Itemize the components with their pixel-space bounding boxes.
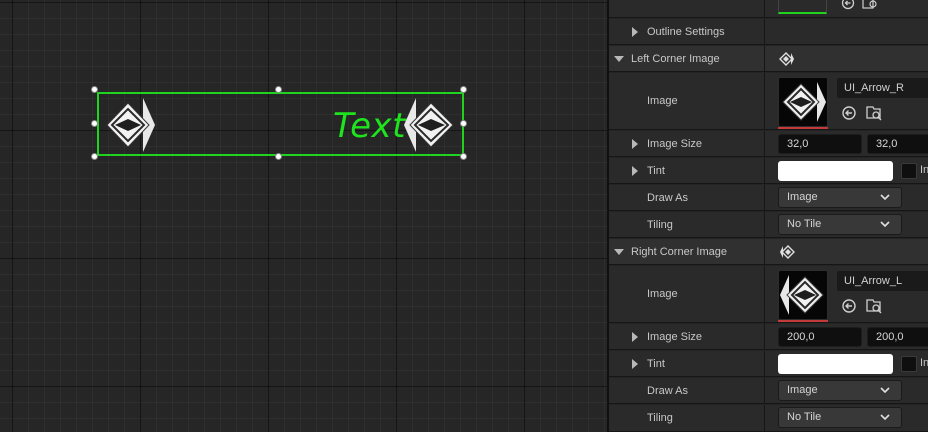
right-tint-label: Tint <box>647 358 665 370</box>
right-tiling-value: No Tile <box>787 411 822 423</box>
right-image-thumbnail[interactable] <box>778 270 828 322</box>
chevron-down-icon <box>880 387 890 394</box>
resize-handle-right[interactable] <box>460 120 467 127</box>
resize-handle-top[interactable] <box>275 86 282 93</box>
expand-arrow-icon[interactable] <box>632 27 638 37</box>
right-draw-as-value: Image <box>787 384 818 396</box>
right-image-label: Image <box>647 288 678 300</box>
left-tint-color-swatch[interactable] <box>778 161 893 181</box>
use-selected-asset-icon[interactable] <box>841 105 857 121</box>
left-image-label: Image <box>647 95 678 107</box>
collapse-arrow-icon[interactable] <box>614 249 624 255</box>
right-tiling-row: Tiling No Tile <box>609 405 928 432</box>
resize-handle-bottom[interactable] <box>275 153 282 160</box>
right-image-size-label: Image Size <box>647 331 703 343</box>
right-tint-row: Tint In <box>609 351 928 377</box>
left-corner-image-label: Left Corner Image <box>631 53 720 65</box>
resize-handle-left[interactable] <box>91 120 98 127</box>
arrow-corner-icon <box>779 52 794 66</box>
resize-handle-top-left[interactable] <box>91 86 98 93</box>
left-draw-as-dropdown[interactable]: Image <box>778 187 902 208</box>
right-tiling-dropdown[interactable]: No Tile <box>778 407 902 428</box>
expand-arrow-icon[interactable] <box>632 332 638 342</box>
left-corner-image-category[interactable]: Left Corner Image <box>609 46 928 72</box>
expand-arrow-icon[interactable] <box>632 166 638 176</box>
right-image-size-row: Image Size 200,0 200,0 <box>609 324 928 350</box>
chevron-down-icon <box>880 194 890 201</box>
right-tint-side-label: In <box>920 357 928 369</box>
left-tiling-row: Tiling No Tile <box>609 212 928 238</box>
left-tint-checkbox[interactable] <box>901 163 917 179</box>
left-image-asset-picker[interactable]: UI_Arrow_R <box>836 77 928 99</box>
resize-handle-bottom-left[interactable] <box>91 153 98 160</box>
image-preview-icon <box>782 82 826 122</box>
outline-settings-label: Outline Settings <box>647 26 725 38</box>
right-image-asset-picker[interactable]: UI_Arrow_L <box>836 270 928 292</box>
left-image-size-row: Image Size 32,0 32,0 <box>609 131 928 157</box>
left-draw-as-label: Draw As <box>647 192 688 204</box>
left-draw-as-value: Image <box>787 191 818 203</box>
image-preview-icon <box>780 275 824 315</box>
right-corner-image-label: Right Corner Image <box>631 246 727 258</box>
outline-color-row <box>609 0 928 18</box>
chevron-down-icon <box>880 414 890 421</box>
left-corner-arrow-image <box>106 98 155 152</box>
collapse-arrow-icon[interactable] <box>614 56 624 62</box>
right-draw-as-label: Draw As <box>647 385 688 397</box>
left-image-row: Image UI_Arrow_R <box>609 73 928 130</box>
expand-arrow-icon[interactable] <box>632 139 638 149</box>
right-image-size-x[interactable]: 200,0 <box>778 327 862 347</box>
outline-settings-row[interactable]: Outline Settings <box>609 19 928 45</box>
resize-handle-top-right[interactable] <box>460 86 467 93</box>
left-tint-label: Tint <box>647 165 665 177</box>
left-tiling-value: No Tile <box>787 218 822 230</box>
find-in-browser-icon[interactable] <box>865 297 883 315</box>
left-tiling-dropdown[interactable]: No Tile <box>778 214 902 235</box>
details-panel: Outline Settings Left Corner Image Image… <box>609 0 928 432</box>
outline-color-swatch[interactable] <box>778 0 827 14</box>
left-tint-row: Tint In <box>609 158 928 184</box>
right-corner-arrow-image <box>404 98 454 152</box>
right-draw-as-row: Draw As Image <box>609 378 928 404</box>
left-tint-side-label: In <box>920 164 928 176</box>
use-selected-icon[interactable] <box>841 0 855 10</box>
right-image-row: Image UI_Arrow_L <box>609 266 928 323</box>
right-tiling-label: Tiling <box>647 412 673 424</box>
right-draw-as-dropdown[interactable]: Image <box>778 380 902 401</box>
arrow-corner-icon <box>780 245 795 259</box>
left-draw-as-row: Draw As Image <box>609 185 928 211</box>
browse-icon[interactable] <box>862 0 878 10</box>
right-tint-color-swatch[interactable] <box>778 354 893 374</box>
left-image-size-y[interactable]: 32,0 <box>867 134 928 154</box>
chevron-down-icon <box>880 221 890 228</box>
right-image-size-y[interactable]: 200,0 <box>867 327 928 347</box>
left-image-thumbnail[interactable] <box>778 77 828 129</box>
left-image-size-x[interactable]: 32,0 <box>778 134 862 154</box>
designer-viewport[interactable]: Text <box>0 0 607 432</box>
expand-arrow-icon[interactable] <box>632 359 638 369</box>
left-tiling-label: Tiling <box>647 219 673 231</box>
use-selected-asset-icon[interactable] <box>841 298 857 314</box>
left-image-size-label: Image Size <box>647 138 703 150</box>
right-corner-image-category[interactable]: Right Corner Image <box>609 239 928 265</box>
right-tint-checkbox[interactable] <box>901 356 917 372</box>
find-in-browser-icon[interactable] <box>865 104 883 122</box>
resize-handle-bottom-right[interactable] <box>460 153 467 160</box>
widget-text-block[interactable]: Text <box>333 104 406 148</box>
